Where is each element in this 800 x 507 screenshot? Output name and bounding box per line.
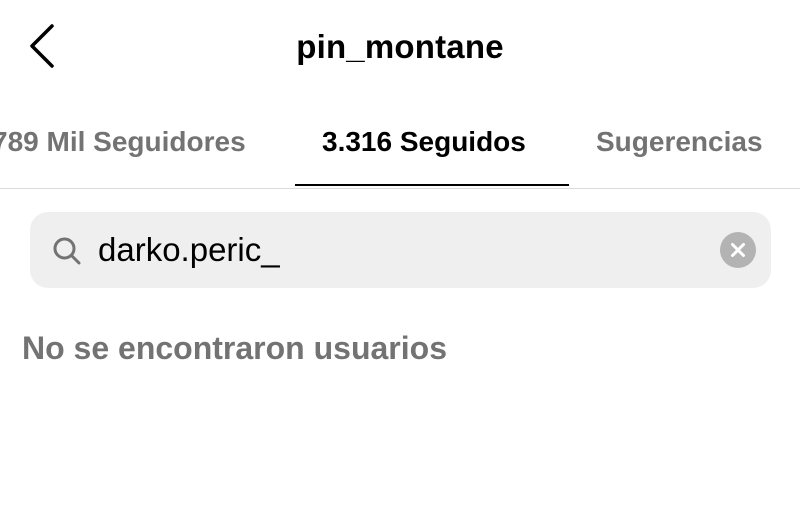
clear-search-button[interactable] xyxy=(720,232,756,268)
search-icon xyxy=(53,237,81,265)
empty-results-message: No se encontraron usuarios xyxy=(22,330,447,366)
tab-followers[interactable]: 789 Mil Seguidores xyxy=(0,96,246,188)
top-bar: pin_montane xyxy=(0,0,800,96)
tab-bar: 789 Mil Seguidores 3.316 Seguidos Sugere… xyxy=(0,96,800,189)
tab-following[interactable]: 3.316 Seguidos xyxy=(322,96,526,188)
page-title: pin_montane xyxy=(296,28,504,65)
search-bar[interactable] xyxy=(30,212,771,288)
tab-suggestions[interactable]: Sugerencias xyxy=(596,96,763,188)
clear-icon xyxy=(731,243,745,257)
search-input[interactable] xyxy=(98,222,698,278)
active-tab-indicator xyxy=(295,184,569,186)
